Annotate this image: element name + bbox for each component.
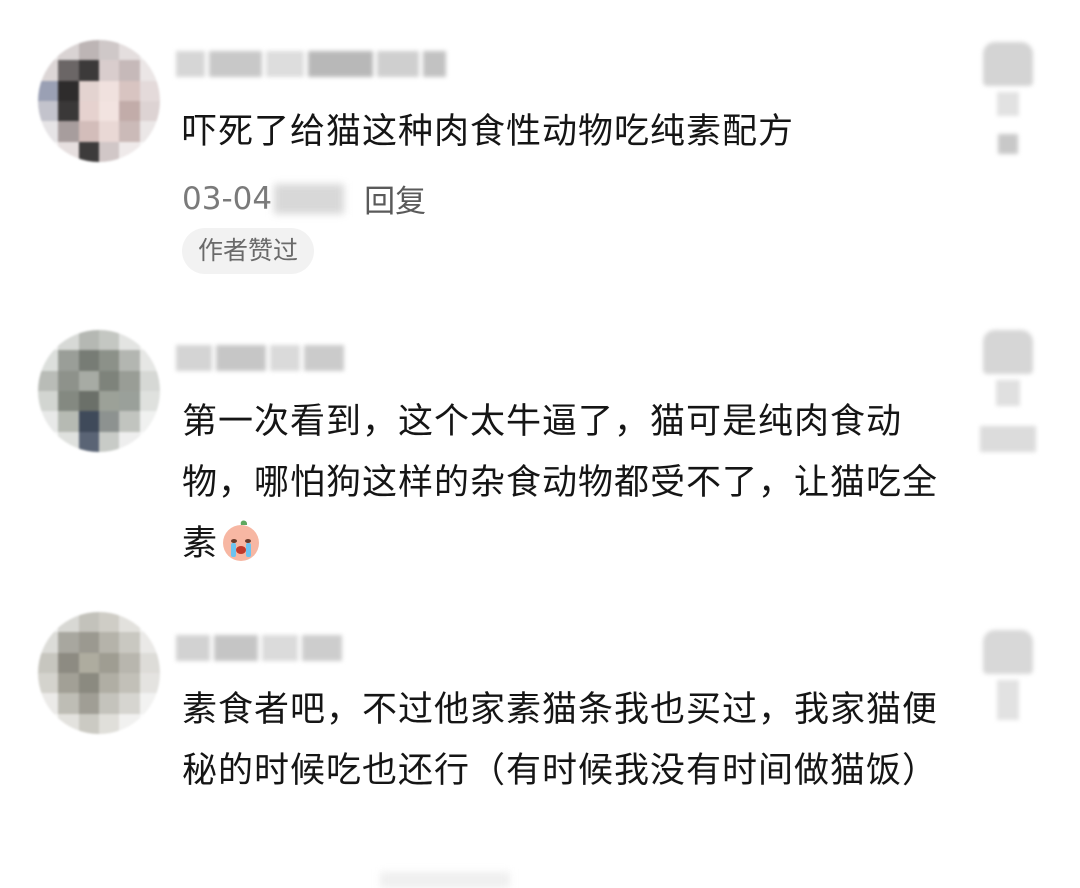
comment-text: 吓死了给猫这种肉食性动物吃纯素配方 [182,112,795,152]
reply-button[interactable]: 回复 [364,176,426,221]
comment-meta: 03-04 回复 [182,176,426,221]
like-button[interactable] [976,42,1040,154]
time-blurred [274,183,345,214]
avatar[interactable] [38,40,160,162]
comment-date: 03-04 [182,180,273,217]
like-count-blurred [998,134,1018,154]
username-blurred[interactable] [176,626,346,670]
next-comment-blurred [380,872,510,888]
like-button[interactable] [976,630,1040,720]
heart-icon [983,42,1033,86]
comment-text: 素食者吧，不过他家素猫条我也买过，我家猫便秘的时候吃也还行（有时候我没有时间做猫… [182,690,939,791]
like-count-blurred [980,426,1036,452]
username-blurred[interactable] [176,42,447,86]
comment-text: 第一次看到，这个太牛逼了，猫可是纯肉食动物，哪怕狗这样的杂食动物都受不了，让猫吃… [182,402,939,564]
crying-face-icon [223,520,260,561]
avatar[interactable] [38,330,160,452]
like-button[interactable] [976,330,1040,452]
heart-icon [983,630,1033,674]
avatar[interactable] [38,612,160,734]
heart-icon [983,330,1033,374]
author-liked-badge: 作者赞过 [182,228,315,274]
username-blurred[interactable] [176,336,346,380]
